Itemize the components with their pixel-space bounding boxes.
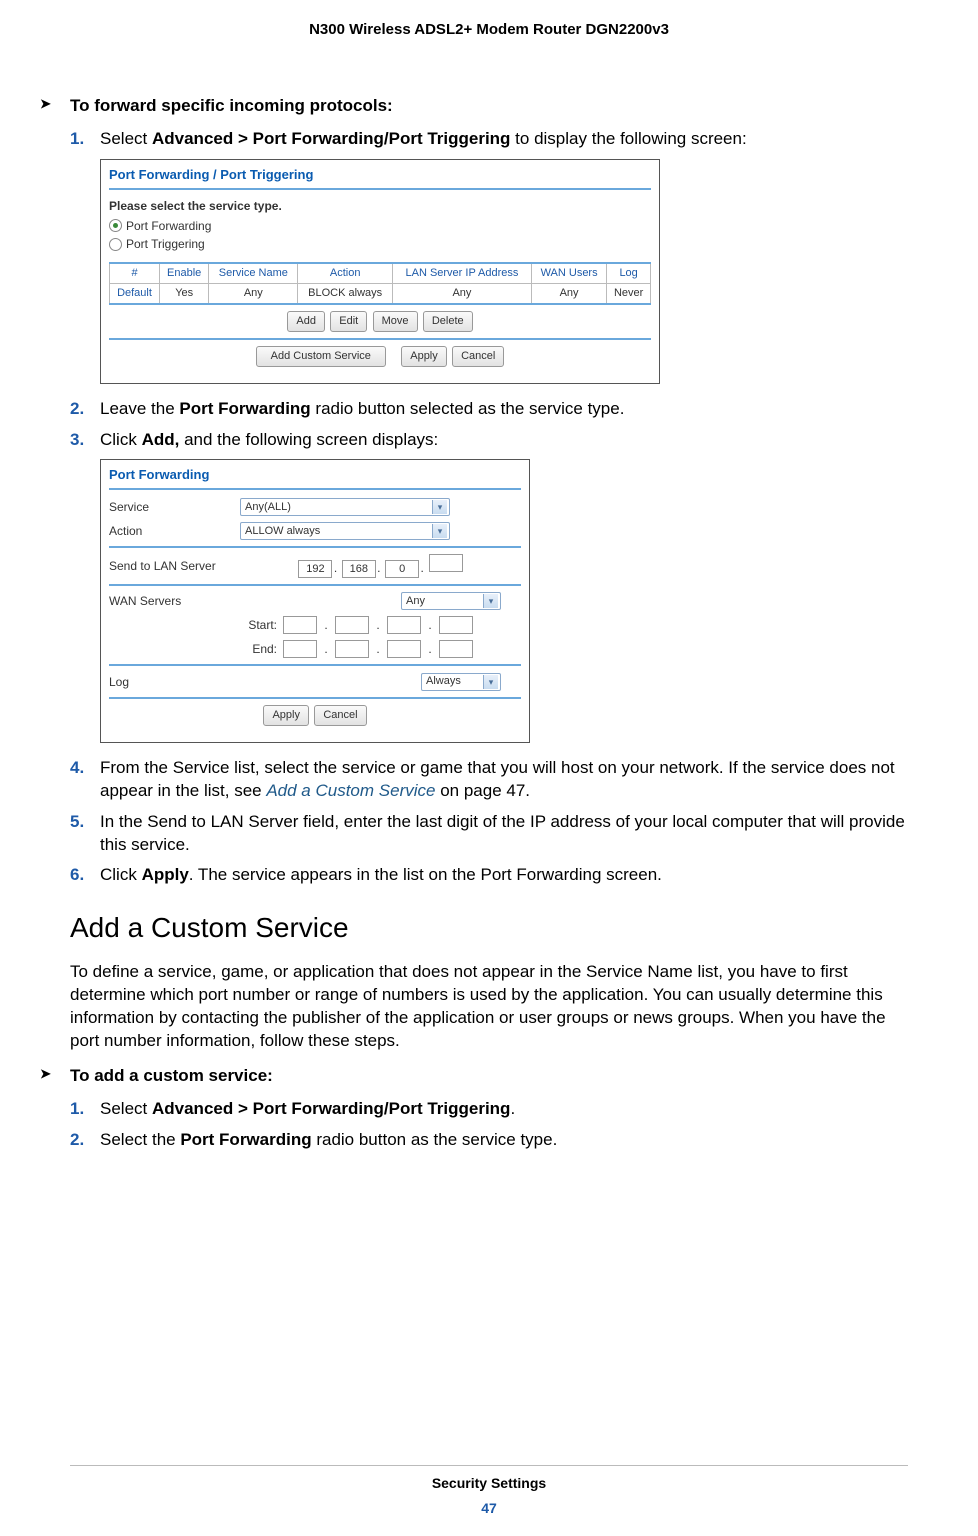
step-body: In the Send to LAN Server field, enter t… xyxy=(100,811,908,857)
section-intro: To define a service, game, or applicatio… xyxy=(70,961,908,1053)
wan-servers-label: WAN Servers xyxy=(109,593,234,609)
step-number: 6. xyxy=(70,864,100,887)
action-select[interactable]: ALLOW always▾ xyxy=(240,522,450,540)
add-button[interactable]: Add xyxy=(287,311,325,332)
chevron-down-icon: ▾ xyxy=(483,594,498,608)
radio-port-triggering[interactable]: Port Triggering xyxy=(109,236,651,252)
apply-button[interactable]: Apply xyxy=(401,346,447,367)
task-heading-text: To forward specific incoming protocols: xyxy=(70,95,393,118)
section-heading-add-custom-service: Add a Custom Service xyxy=(70,909,908,947)
arrow-icon: ➤ xyxy=(40,1065,70,1083)
panel-title: Port Forwarding / Port Triggering xyxy=(101,160,659,188)
edit-button[interactable]: Edit xyxy=(330,311,367,332)
step-number: 2. xyxy=(70,1129,100,1152)
cross-ref-link[interactable]: Add a Custom Service xyxy=(266,781,435,800)
delete-button[interactable]: Delete xyxy=(423,311,473,332)
move-button[interactable]: Move xyxy=(373,311,418,332)
radio-port-forwarding[interactable]: Port Forwarding xyxy=(109,218,651,234)
screenshot-port-forwarding-list: Port Forwarding / Port Triggering Please… xyxy=(100,159,660,383)
end-ip-2[interactable] xyxy=(335,640,369,658)
doc-header: N300 Wireless ADSL2+ Modem Router DGN220… xyxy=(70,20,908,40)
chevron-down-icon: ▾ xyxy=(483,675,498,689)
panel-title: Port Forwarding xyxy=(101,460,529,488)
ip-octet-4[interactable] xyxy=(429,554,463,572)
step-body: From the Service list, select the servic… xyxy=(100,757,908,803)
start-ip-2[interactable] xyxy=(335,616,369,634)
footer-page-number: 47 xyxy=(0,1499,978,1518)
footer-chapter: Security Settings xyxy=(0,1474,978,1493)
wan-servers-select[interactable]: Any▾ xyxy=(401,592,501,610)
start-ip-3[interactable] xyxy=(387,616,421,634)
step-body: Click Add, and the following screen disp… xyxy=(100,429,908,452)
step-body: Select Advanced > Port Forwarding/Port T… xyxy=(100,128,908,151)
send-lan-label: Send to LAN Server xyxy=(109,558,234,574)
arrow-icon: ➤ xyxy=(40,95,70,113)
apply-button[interactable]: Apply xyxy=(263,705,309,726)
task-heading-forward: ➤ To forward specific incoming protocols… xyxy=(40,95,908,118)
service-label: Service xyxy=(109,499,234,515)
chevron-down-icon: ▾ xyxy=(432,524,447,538)
task-heading-text: To add a custom service: xyxy=(70,1065,273,1088)
end-label: End: xyxy=(237,641,277,657)
end-ip-3[interactable] xyxy=(387,640,421,658)
radio-icon xyxy=(109,219,122,232)
start-ip-4[interactable] xyxy=(439,616,473,634)
service-select[interactable]: Any(ALL)▾ xyxy=(240,498,450,516)
screenshot-port-forwarding-add: Port Forwarding Service Any(ALL)▾ Action… xyxy=(100,459,530,742)
step-number: 5. xyxy=(70,811,100,857)
table-row[interactable]: Default Yes Any BLOCK always Any Any Nev… xyxy=(110,284,651,304)
start-label: Start: xyxy=(237,617,277,633)
end-ip-1[interactable] xyxy=(283,640,317,658)
ip-octet-1[interactable]: 192 xyxy=(298,560,332,578)
step-number: 1. xyxy=(70,1098,100,1121)
ip-octet-2[interactable]: 168 xyxy=(342,560,376,578)
step-number: 4. xyxy=(70,757,100,803)
log-select[interactable]: Always▾ xyxy=(421,673,501,691)
step-number: 2. xyxy=(70,398,100,421)
step-body: Click Apply. The service appears in the … xyxy=(100,864,908,887)
start-ip-1[interactable] xyxy=(283,616,317,634)
action-label: Action xyxy=(109,523,234,539)
step-body: Select Advanced > Port Forwarding/Port T… xyxy=(100,1098,908,1121)
radio-icon xyxy=(109,238,122,251)
chevron-down-icon: ▾ xyxy=(432,500,447,514)
page-footer: Security Settings 47 xyxy=(0,1465,978,1518)
step-body: Select the Port Forwarding radio button … xyxy=(100,1129,908,1152)
cancel-button[interactable]: Cancel xyxy=(314,705,366,726)
service-type-prompt: Please select the service type. xyxy=(109,198,651,214)
step-body: Leave the Port Forwarding radio button s… xyxy=(100,398,908,421)
log-label: Log xyxy=(109,674,234,690)
services-table: # Enable Service Name Action LAN Server … xyxy=(109,262,651,305)
cancel-button[interactable]: Cancel xyxy=(452,346,504,367)
step-number: 1. xyxy=(70,128,100,151)
ip-octet-3[interactable]: 0 xyxy=(385,560,419,578)
add-custom-service-button[interactable]: Add Custom Service xyxy=(256,346,386,367)
end-ip-4[interactable] xyxy=(439,640,473,658)
step-number: 3. xyxy=(70,429,100,452)
task-heading-add-custom: ➤ To add a custom service: xyxy=(40,1065,908,1088)
